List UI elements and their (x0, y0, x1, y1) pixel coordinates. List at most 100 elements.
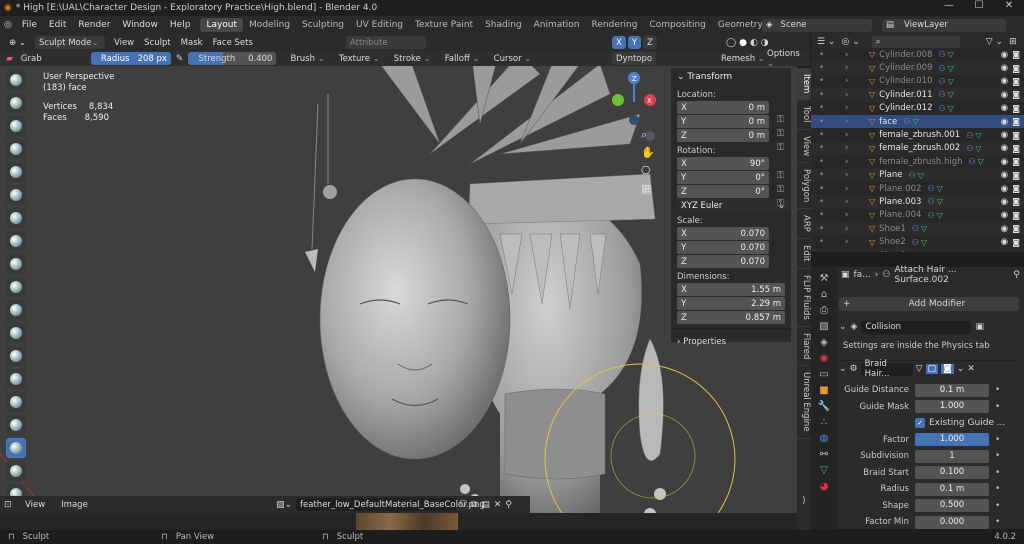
maximize-button[interactable]: ☐ (964, 0, 994, 11)
unlink-image-icon[interactable]: ✕ (494, 500, 502, 510)
property-value-field[interactable]: 0.500 (915, 499, 989, 512)
material-tab-icon[interactable]: ◕ (820, 481, 829, 492)
tool-tab-icon[interactable]: ⚒ (820, 273, 829, 284)
sculpt-brush-tool[interactable] (6, 461, 26, 481)
filter-icon[interactable]: ▽ ⌄ (986, 37, 1003, 47)
outliner-item[interactable]: •›▽Shoe3⚇▽◉◙ (811, 248, 1024, 252)
sculpt-brush-tool[interactable] (6, 208, 26, 228)
pin-icon[interactable]: ⚲ (1013, 270, 1024, 280)
camera-icon[interactable]: ⎔ (641, 162, 655, 180)
visibility-eye-icon[interactable]: ◉ (1001, 224, 1008, 234)
expand-icon[interactable]: › (845, 210, 848, 220)
outliner-item[interactable]: • › ▽ female_zbrush.high ⚇ ▽ ◉ ◙ (811, 155, 1024, 168)
visibility-eye-icon[interactable]: ◉ (1001, 76, 1008, 86)
outliner-item[interactable]: • › ▽ Plane ⚇ ▽ ◉ ◙ (811, 168, 1024, 182)
output-tab-icon[interactable]: ⎙ (820, 305, 828, 316)
zoom-icon[interactable]: ⌕ (641, 126, 655, 144)
sculpt-brush-tool[interactable] (6, 70, 26, 90)
sidebar-tab-flared[interactable]: Flared (797, 327, 811, 366)
workspace-tab-sculpting[interactable]: Sculpting (296, 18, 350, 32)
lock-icon[interactable]: ⚿ (777, 185, 784, 195)
property-value-field[interactable]: 0.000 (915, 515, 989, 529)
grab-brush-icon[interactable]: ▰ (6, 54, 13, 64)
add-modifier-button[interactable]: + Add Modifier (839, 297, 1019, 311)
image-editor-type-icon[interactable]: ⊡ (4, 500, 12, 510)
attribute-selector[interactable]: Attribute (346, 36, 426, 49)
constraints-tab-icon[interactable]: ⚯ (820, 449, 828, 460)
tool-menu-falloff[interactable]: Falloff (442, 54, 483, 64)
sculpt-brush-tool[interactable] (6, 116, 26, 136)
visibility-eye-icon[interactable]: ◉ (1001, 184, 1008, 194)
sidebar-tab-polygon[interactable]: Polygon (797, 163, 811, 210)
keyframe-dot-icon[interactable]: • (995, 468, 1000, 478)
radius-field[interactable]: Radius 208 px (90, 52, 171, 65)
outliner-item[interactable]: • › ▽ Cylinder.008 ⚇ ▽ ◉ ◙ (811, 48, 1024, 61)
pan-hand-icon[interactable]: ✋ (641, 144, 655, 162)
rotation-z-field[interactable]: Z 0° (677, 185, 769, 198)
rotation-mode-select[interactable]: XYZ Euler ⌄ (677, 199, 789, 212)
workspace-tab-shading[interactable]: Shading (479, 18, 528, 32)
lock-icon[interactable]: ⚿ (777, 199, 784, 209)
scene-tab-icon[interactable]: ◈ (820, 337, 828, 348)
duplicate-image-icon[interactable]: ⧉ (471, 500, 477, 510)
navigation-gizmo[interactable]: ZX (604, 72, 664, 172)
workspace-tab-rendering[interactable]: Rendering (586, 18, 644, 32)
sculpt-brush-tool[interactable] (6, 300, 26, 320)
sculpt-brush-tool[interactable] (6, 323, 26, 343)
collision-modifier-header[interactable]: ⌄ ◈ Collision ▣ (839, 320, 1019, 334)
outliner-item[interactable]: • › ▽ Shoe1 ⚇ ▽ ◉ ◙ (811, 222, 1024, 236)
sidebar-tab-flip-fluids[interactable]: FLIP Fluids (797, 269, 811, 327)
braid-modifier-header[interactable]: ⌄ ⚙ Braid Hair... ▽ ▢ ◙ ⌄ ✕ (839, 359, 1019, 379)
expand-icon[interactable]: › (845, 130, 848, 140)
shading-wire-icon[interactable]: ◯ (726, 38, 736, 48)
sculpt-brush-tool[interactable] (6, 231, 26, 251)
visibility-eye-icon[interactable]: ◉ (1001, 157, 1008, 167)
fake-user-icon[interactable]: ⛉ (460, 500, 467, 510)
workspace-tab-compositing[interactable]: Compositing (643, 18, 711, 32)
viewport-toggle-icon[interactable]: ▢ (925, 364, 939, 374)
outliner-item[interactable]: • › ▽ Plane.003 ⚇ ▽ ◉ ◙ (811, 195, 1024, 209)
property-value-field[interactable]: 1 (915, 449, 989, 463)
visibility-eye-icon[interactable]: ◉ (1001, 50, 1008, 60)
sculpt-brush-tool[interactable] (6, 369, 26, 389)
visibility-eye-icon[interactable]: ◉ (1001, 170, 1008, 180)
scale-y-field[interactable]: Y 0.070 (677, 241, 769, 254)
outliner-item[interactable]: • › ▽ Plane.002 ⚇ ▽ ◉ ◙ (811, 182, 1024, 195)
object-tab-icon[interactable]: ■ (819, 385, 828, 396)
pin-icon[interactable]: ⚲ (505, 500, 512, 510)
keyframe-dot-icon[interactable]: • (995, 451, 1000, 461)
shading-material-icon[interactable]: ◐ (750, 38, 758, 48)
grid-icon[interactable]: ▦ (641, 180, 655, 198)
image-browse-icon[interactable]: ▨⌄ (276, 500, 292, 510)
blender-menu-icon[interactable]: ◎ (0, 20, 16, 30)
properties-subpanel[interactable]: › Properties (671, 328, 791, 355)
particles-tab-icon[interactable]: ∴ (821, 417, 827, 428)
lock-icon[interactable]: ⚿ (777, 129, 784, 139)
menu-render[interactable]: Render (72, 20, 116, 30)
visibility-eye-icon[interactable]: ◉ (1001, 210, 1008, 220)
render-camera-icon[interactable]: ◙ (1012, 144, 1020, 153)
dyntopo-toggle[interactable]: Dyntopo (612, 52, 657, 65)
expand-icon[interactable]: › (845, 76, 848, 86)
visibility-eye-icon[interactable]: ◉ (1001, 143, 1008, 153)
view-layer-tab-icon[interactable]: ▧ (819, 321, 828, 332)
sidebar-tab-item[interactable]: Item (797, 68, 811, 101)
tool-menu-brush[interactable]: Brush (287, 54, 327, 64)
render-camera-icon[interactable]: ◙ (1012, 157, 1020, 166)
expand-icon[interactable]: › (845, 63, 848, 73)
lock-icon[interactable]: ⚿ (777, 115, 784, 125)
existing-guide-checkbox[interactable]: ✓ Existing Guide ... (915, 418, 1005, 428)
expand-icon[interactable]: › (845, 237, 848, 247)
minimize-button[interactable]: — (934, 0, 964, 11)
visibility-eye-icon[interactable]: ◉ (1001, 197, 1008, 207)
sculpt-brush-tool[interactable] (6, 93, 26, 113)
sculpt-brush-tool[interactable] (6, 254, 26, 274)
keyframe-dot-icon[interactable]: • (995, 402, 1000, 412)
viewport-menu-mask[interactable]: Mask (178, 38, 206, 48)
keyframe-dot-icon[interactable]: • (995, 517, 1000, 527)
expand-icon[interactable]: › (845, 157, 848, 167)
workspace-tab-modeling[interactable]: Modeling (243, 18, 296, 32)
sidebar-tab-unreal-engine[interactable]: Unreal Engine (797, 366, 811, 439)
render-camera-icon[interactable]: ◙ (1012, 131, 1020, 140)
render-camera-icon[interactable]: ◙ (1012, 184, 1020, 193)
